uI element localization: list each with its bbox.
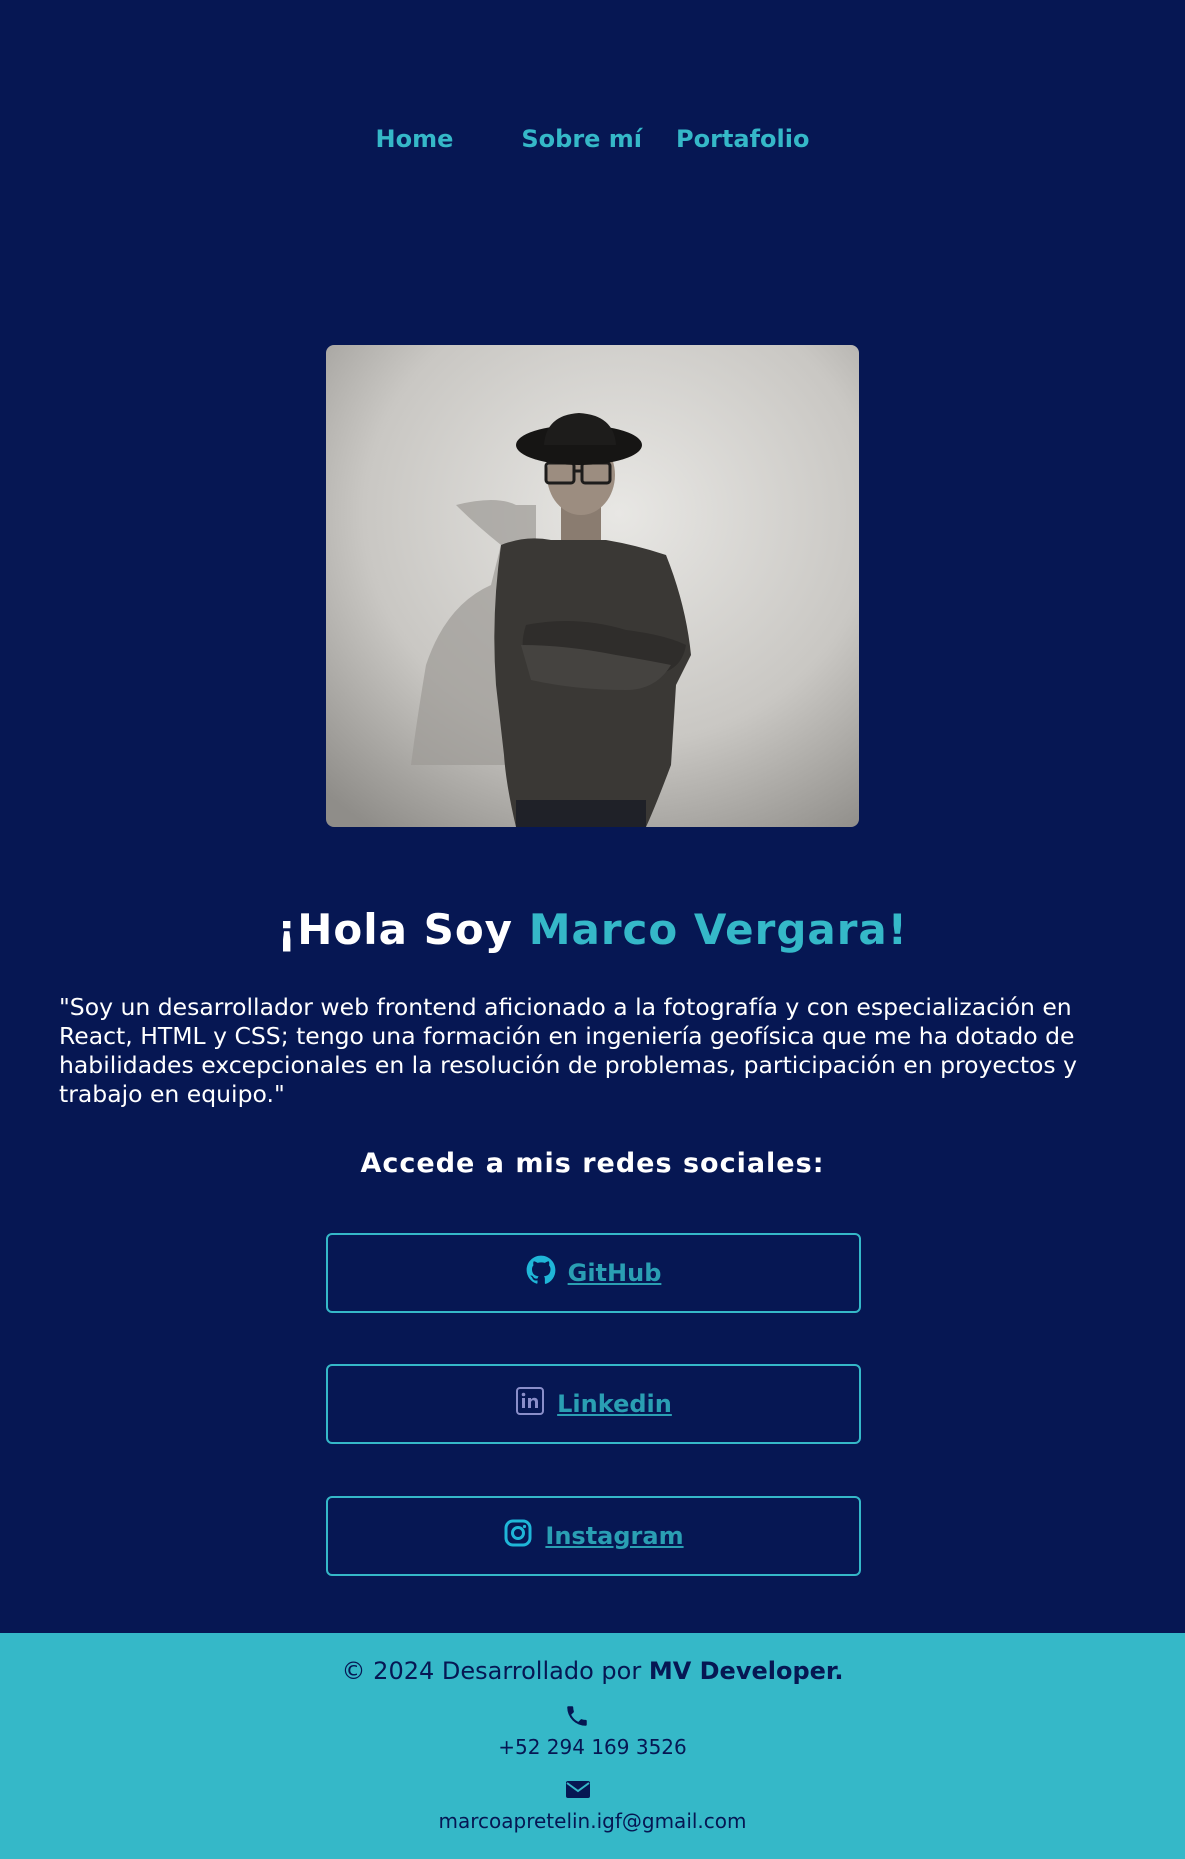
footer-phone[interactable]: +52 294 169 3526 — [0, 1735, 1185, 1759]
phone-icon — [564, 1703, 590, 1733]
hero-greeting: ¡Hola Soy — [277, 905, 529, 954]
nav-about[interactable]: Sobre mí — [521, 125, 642, 153]
nav-home[interactable]: Home — [376, 125, 454, 153]
brand-name: MV Developer. — [648, 1657, 844, 1685]
instagram-label: Instagram — [545, 1522, 684, 1550]
footer-email[interactable]: marcoapretelin.igf@gmail.com — [0, 1809, 1185, 1833]
copyright-text: © 2024 Desarrollado por — [341, 1657, 649, 1685]
social-heading: Accede a mis redes sociales: — [360, 1148, 825, 1179]
bio-text: "Soy un desarrollador web frontend afici… — [59, 993, 1078, 1108]
linkedin-icon — [515, 1386, 545, 1422]
main-nav: Home Sobre mí Portafolio — [0, 125, 1185, 153]
profile-photo — [326, 345, 859, 827]
github-label: GitHub — [567, 1259, 662, 1287]
hero-title: ¡Hola Soy Marco Vergara! — [0, 905, 1185, 954]
linkedin-label: Linkedin — [557, 1390, 672, 1418]
footer: © 2024 Desarrollado por MV Developer. +5… — [0, 1633, 1185, 1859]
instagram-button[interactable]: Instagram — [326, 1496, 861, 1576]
hero-name: Marco Vergara! — [528, 905, 908, 954]
github-button[interactable]: GitHub — [326, 1233, 861, 1313]
nav-portfolio[interactable]: Portafolio — [676, 125, 809, 153]
footer-copyright: © 2024 Desarrollado por MV Developer. — [0, 1657, 1185, 1685]
envelope-icon — [565, 1778, 591, 1804]
instagram-icon — [503, 1518, 533, 1554]
linkedin-button[interactable]: Linkedin — [326, 1364, 861, 1444]
github-icon — [526, 1255, 556, 1291]
